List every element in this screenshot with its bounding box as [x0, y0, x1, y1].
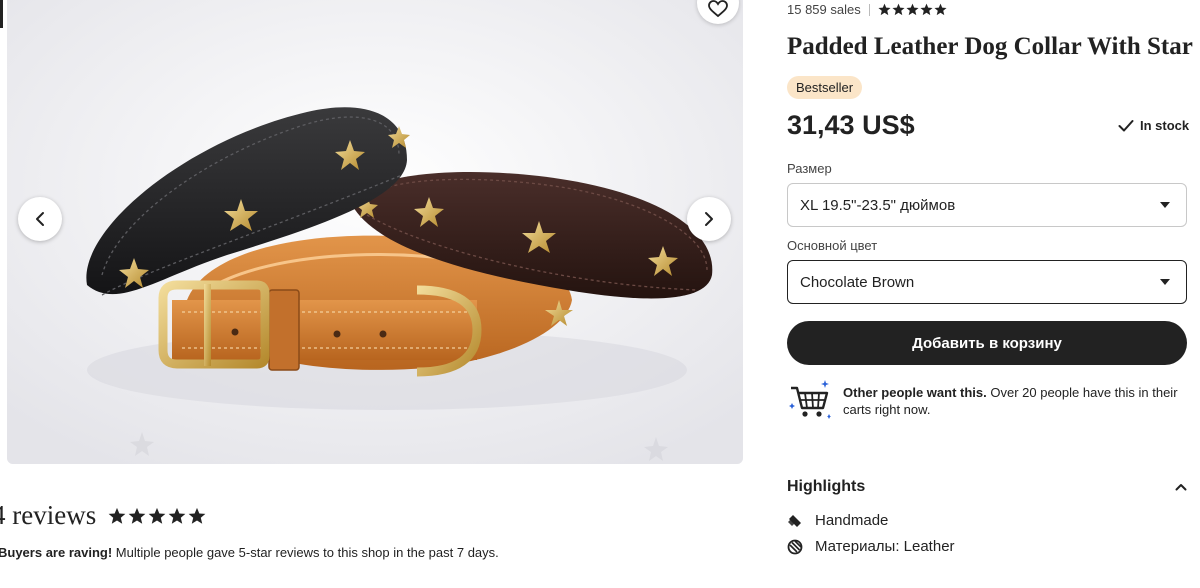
demand-notice: Other people want this. Over 20 people h… [787, 378, 1187, 422]
shop-rating-stars[interactable] [878, 3, 947, 16]
left-edge-strip [0, 0, 3, 28]
caret-down-icon [1160, 202, 1170, 208]
divider [868, 3, 870, 16]
product-photo [7, 0, 743, 464]
previous-image-button[interactable] [18, 197, 62, 241]
caret-down-icon [1160, 279, 1170, 285]
size-label: Размер [787, 161, 832, 176]
chevron-left-icon [36, 212, 44, 226]
color-value: Chocolate Brown [800, 273, 915, 291]
cart-sparkle-icon [789, 380, 831, 419]
star-icon [934, 3, 947, 16]
stock-status: In stock [1118, 118, 1189, 133]
highlight-handmade-label: Handmade [815, 512, 889, 529]
demand-text-bold: Other people want this. [843, 385, 987, 400]
color-label: Основной цвет [787, 238, 878, 253]
reviews-note-bold: Buyers are raving! [0, 545, 113, 560]
size-value: XL 19.5"-23.5" дюймов [800, 196, 956, 214]
handmade-icon [787, 513, 803, 529]
star-icon [878, 3, 891, 16]
star-icon [188, 507, 206, 524]
chevron-up-icon [1175, 484, 1187, 491]
star-icon [128, 507, 146, 524]
reviews-rating-stars [108, 507, 206, 525]
stock-label: In stock [1140, 118, 1190, 133]
sales-count: 15 859 sales [787, 2, 861, 17]
highlight-item-handmade: Handmade [787, 512, 888, 529]
checkmark-icon [1118, 119, 1134, 131]
chevron-right-icon [705, 212, 713, 226]
highlight-item-materials: Материалы: Leather [787, 538, 955, 555]
next-image-button[interactable] [687, 197, 731, 241]
bestseller-badge: Bestseller [787, 76, 863, 99]
demand-text: Other people want this. Over 20 people h… [843, 378, 1187, 422]
product-price: 31,43 US$ [787, 110, 915, 140]
product-image-gallery[interactable] [7, 0, 743, 464]
star-icon [892, 3, 905, 16]
sales-line: 15 859 sales [787, 2, 947, 17]
highlights-toggle[interactable]: Highlights [787, 478, 1187, 496]
product-title: Padded Leather Dog Collar With Star [787, 33, 1193, 60]
reviews-heading: 4 reviews [0, 500, 206, 531]
highlight-materials-label: Материалы: Leather [815, 538, 955, 555]
materials-icon [787, 539, 803, 555]
star-icon [148, 507, 166, 524]
reviews-count: 4 reviews [0, 500, 97, 530]
color-select[interactable]: Chocolate Brown [787, 260, 1187, 304]
reviews-note-text: Multiple people gave 5-star reviews to t… [112, 545, 499, 560]
highlights-title: Highlights [787, 478, 866, 495]
star-icon [108, 507, 126, 524]
size-select[interactable]: XL 19.5"-23.5" дюймов [787, 183, 1187, 227]
add-to-cart-button[interactable]: Добавить в корзину [787, 321, 1187, 365]
star-icon [920, 3, 933, 16]
heart-icon [708, 0, 728, 18]
star-icon [906, 3, 919, 16]
star-icon [168, 507, 186, 524]
reviews-note: Buyers are raving! Multiple people gave … [0, 545, 499, 560]
